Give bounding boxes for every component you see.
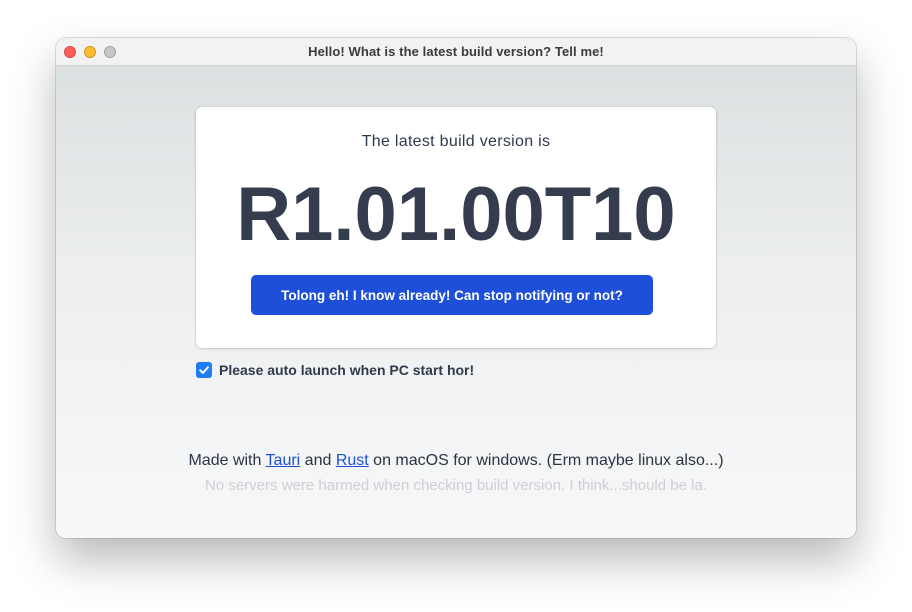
app-window: Hello! What is the latest build version?… [56,38,856,538]
zoom-window-button[interactable] [104,46,116,58]
credits-middle: and [300,452,336,469]
rust-link[interactable]: Rust [336,452,369,469]
checkmark-icon [199,366,209,374]
credits-prefix: Made with [188,452,266,469]
title-bar: Hello! What is the latest build version?… [56,38,856,66]
credits-suffix: on macOS for windows. (Erm maybe linux a… [368,452,724,469]
credits-line: Made with Tauri and Rust on macOS for wi… [56,452,856,470]
tauri-link[interactable]: Tauri [266,452,301,469]
disclaimer-note: No servers were harmed when checking bui… [205,477,707,494]
window-title: Hello! What is the latest build version?… [308,44,604,59]
close-window-button[interactable] [64,46,76,58]
auto-launch-label: Please auto launch when PC start hor! [219,362,475,378]
version-caption: The latest build version is [361,133,551,150]
build-version: R1.01.00T10 [236,172,676,257]
auto-launch-checkbox[interactable] [196,362,212,378]
version-card: The latest build version is R1.01.00T10 … [196,107,716,348]
acknowledge-button[interactable]: Tolong eh! I know already! Can stop noti… [251,275,653,315]
minimize-window-button[interactable] [84,46,96,58]
window-controls [64,46,116,58]
auto-launch-option[interactable]: Please auto launch when PC start hor! [196,362,474,378]
